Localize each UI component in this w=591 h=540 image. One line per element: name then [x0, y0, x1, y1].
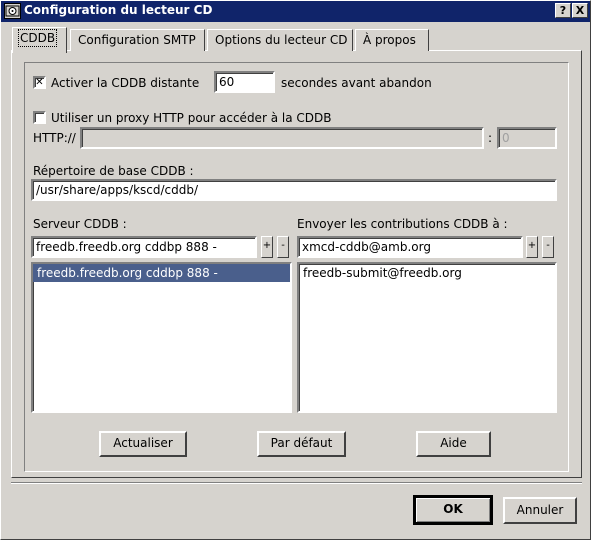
proxy-port-input[interactable]: 0	[497, 127, 557, 149]
submit-label: Envoyer les contributions CDDB à :	[297, 217, 508, 231]
close-button[interactable]: X	[572, 3, 588, 18]
basedir-label: Répertoire de base CDDB :	[33, 164, 194, 178]
add-server-button[interactable]: +	[261, 236, 273, 258]
enable-remote-cddb-checkbox[interactable]: ✕	[33, 76, 46, 89]
plus-icon: +	[262, 240, 272, 251]
tab-label: Options du lecteur CD	[215, 33, 348, 47]
close-icon: X	[575, 4, 585, 17]
list-item[interactable]: freedb-submit@freedb.org	[299, 264, 555, 282]
defaults-button[interactable]: Par défaut	[257, 431, 346, 457]
cd-player-app-icon[interactable]	[4, 3, 21, 19]
check-mark-icon: ✕	[35, 77, 44, 88]
server-input[interactable]: freedb.freedb.org cddbp 888 -	[31, 236, 257, 258]
minus-icon: -	[281, 240, 285, 251]
use-http-proxy-label: Utiliser un proxy HTTP pour accéder à la…	[51, 111, 332, 125]
tab-cddb[interactable]: CDDB	[12, 27, 67, 53]
enable-remote-cddb-label: Activer la CDDB distante	[51, 76, 200, 90]
refresh-button[interactable]: Actualiser	[99, 431, 187, 457]
window-title: Configuration du lecteur CD	[24, 3, 213, 17]
tab-smtp[interactable]: Configuration SMTP	[70, 29, 205, 51]
remove-server-button[interactable]: -	[277, 236, 289, 258]
server-label: Serveur CDDB :	[33, 217, 127, 231]
minus-icon: -	[546, 240, 550, 251]
use-http-proxy-checkbox[interactable]	[33, 111, 46, 124]
cancel-button[interactable]: Annuler	[503, 497, 577, 524]
remove-submit-address-button[interactable]: -	[542, 236, 554, 258]
port-separator: :	[488, 131, 493, 145]
tab-label: À propos	[363, 33, 416, 47]
add-submit-address-button[interactable]: +	[526, 236, 538, 258]
question-icon: ?	[559, 4, 567, 17]
help-button[interactable]: ?	[555, 3, 571, 18]
tab-label: Configuration SMTP	[78, 33, 196, 47]
proxy-host-input[interactable]	[80, 127, 484, 149]
separator	[11, 483, 582, 484]
server-list[interactable]: freedb.freedb.org cddbp 888 -	[31, 262, 292, 413]
help-action-button[interactable]: Aide	[416, 431, 491, 457]
tab-about[interactable]: À propos	[355, 29, 429, 51]
tab-label: CDDB	[17, 29, 58, 47]
list-item[interactable]: freedb.freedb.org cddbp 888 -	[33, 264, 290, 282]
basedir-input[interactable]: /usr/share/apps/kscd/cddb/	[31, 179, 557, 201]
plus-icon: +	[527, 240, 537, 251]
submit-address-input[interactable]: xmcd-cddb@amb.org	[297, 236, 523, 258]
timeout-input[interactable]: 60	[214, 71, 275, 93]
timeout-suffix-label: secondes avant abandon	[281, 76, 432, 90]
submit-address-list[interactable]: freedb-submit@freedb.org	[297, 262, 557, 413]
tab-player-options[interactable]: Options du lecteur CD	[207, 29, 353, 51]
http-prefix-label: HTTP://	[33, 131, 76, 145]
ok-button[interactable]: OK	[413, 495, 493, 525]
